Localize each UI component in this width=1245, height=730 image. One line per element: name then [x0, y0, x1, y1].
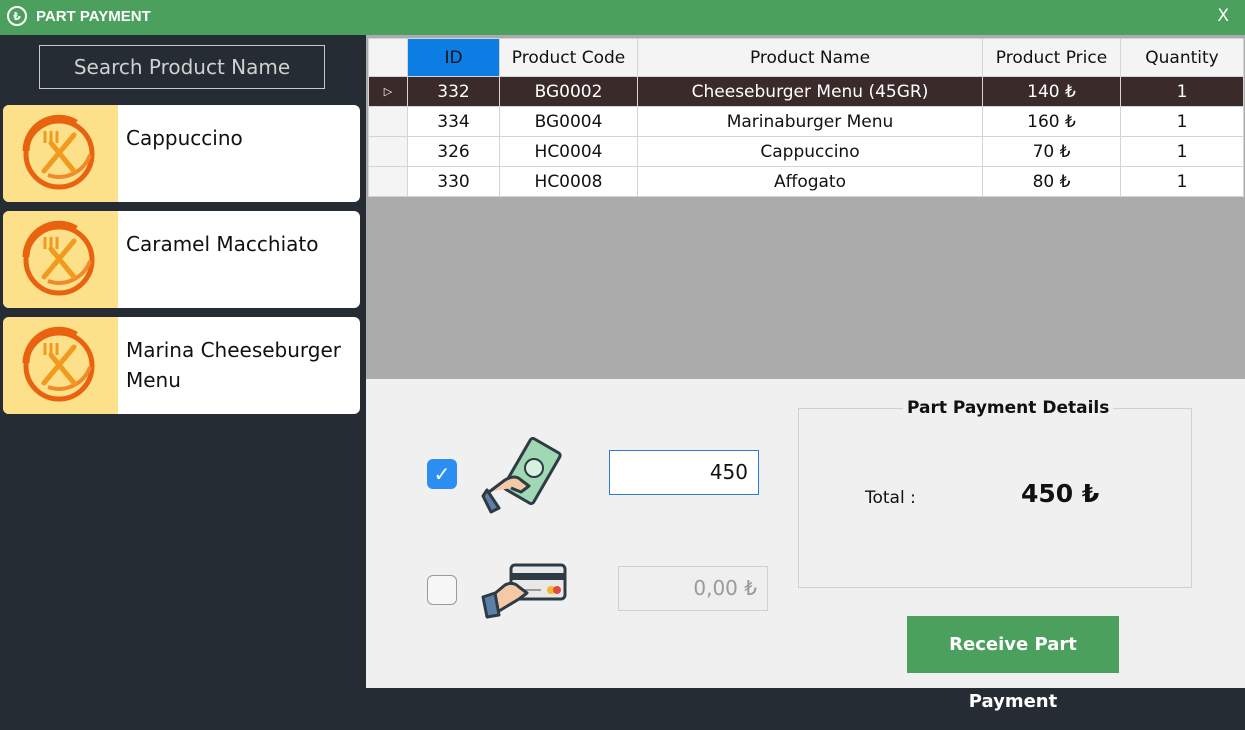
cell-product-price[interactable]: 80 ₺: [982, 166, 1121, 197]
cell-product-name[interactable]: Cappuccino: [637, 136, 983, 167]
product-card-marina-cheeseburger-menu[interactable]: Marina Cheeseburger Menu: [3, 317, 360, 414]
fork-knife-icon: [22, 114, 95, 190]
cell-product-name[interactable]: Marinaburger Menu: [637, 106, 983, 137]
cell-id[interactable]: 326: [407, 136, 500, 167]
part-payment-window: ₺ PART PAYMENT X Search Product Name Cap…: [0, 0, 1245, 712]
cell-product-code[interactable]: BG0002: [499, 76, 638, 107]
cell-product-code[interactable]: HC0008: [499, 166, 638, 197]
product-card-caramel-macchiato[interactable]: Caramel Macchiato: [3, 211, 360, 308]
row-header[interactable]: [368, 166, 408, 197]
search-input[interactable]: Search Product Name: [39, 45, 325, 89]
receive-part-payment-button[interactable]: Receive Part Payment: [907, 616, 1119, 712]
column-header-product-name[interactable]: Product Name: [637, 38, 983, 77]
product-card-cappuccino[interactable]: Cappuccino: [3, 105, 360, 202]
close-button[interactable]: X: [1217, 6, 1229, 26]
cell-id[interactable]: 334: [407, 106, 500, 137]
total-value: 450 ₺: [1021, 479, 1100, 508]
cell-id[interactable]: 330: [407, 166, 500, 197]
cell-quantity[interactable]: 1: [1120, 136, 1244, 167]
window-title: PART PAYMENT: [36, 8, 151, 25]
fork-knife-icon: [22, 326, 95, 402]
cell-product-name[interactable]: Cheeseburger Menu (45GR): [637, 76, 983, 107]
cell-quantity[interactable]: 1: [1120, 76, 1244, 107]
title-bar: ₺ PART PAYMENT X: [0, 0, 1245, 35]
product-name: Marina Cheeseburger Menu: [126, 338, 342, 392]
table-row[interactable]: 334 BG0004 Marinaburger Menu 160 ₺ 1: [368, 106, 1244, 137]
order-grid-area: ID Product Code Product Name Product Pri…: [366, 35, 1245, 379]
payment-panel: ✓ 450 0,00 ₺ Part Payment Details Total …: [366, 379, 1245, 712]
cell-product-code[interactable]: HC0004: [499, 136, 638, 167]
product-thumbnail: [3, 211, 118, 308]
selected-row-marker[interactable]: ▷: [368, 76, 408, 107]
row-header[interactable]: [368, 106, 408, 137]
row-header-corner: [368, 38, 408, 77]
cell-id[interactable]: 332: [407, 76, 500, 107]
row-header[interactable]: [368, 136, 408, 167]
cell-product-name[interactable]: Affogato: [637, 166, 983, 197]
total-label: Total :: [865, 488, 916, 508]
product-sidebar: Search Product Name Cappuccino Caramel M…: [0, 35, 366, 688]
cell-product-price[interactable]: 70 ₺: [982, 136, 1121, 167]
column-header-product-code[interactable]: Product Code: [499, 38, 638, 77]
column-header-id[interactable]: ID: [407, 38, 500, 77]
product-thumbnail: [3, 105, 118, 202]
card-amount-input: 0,00 ₺: [618, 566, 768, 611]
table-row[interactable]: 330 HC0008 Affogato 80 ₺ 1: [368, 166, 1244, 197]
order-grid: ID Product Code Product Name Product Pri…: [368, 38, 1244, 197]
cell-quantity[interactable]: 1: [1120, 106, 1244, 137]
cell-product-price[interactable]: 140 ₺: [982, 76, 1121, 107]
card-hand-icon: [481, 563, 567, 619]
cash-payment-checkbox[interactable]: ✓: [427, 459, 457, 489]
cell-quantity[interactable]: 1: [1120, 166, 1244, 197]
cash-amount-input[interactable]: 450: [609, 450, 759, 495]
cash-hand-icon: [481, 436, 562, 514]
cell-product-price[interactable]: 160 ₺: [982, 106, 1121, 137]
part-payment-details-group: Part Payment Details Total : 450 ₺: [798, 398, 1192, 588]
app-logo-icon: ₺: [7, 6, 27, 26]
table-row[interactable]: 326 HC0004 Cappuccino 70 ₺ 1: [368, 136, 1244, 167]
cell-product-code[interactable]: BG0004: [499, 106, 638, 137]
table-row[interactable]: ▷ 332 BG0002 Cheeseburger Menu (45GR) 14…: [368, 76, 1244, 107]
column-header-product-price[interactable]: Product Price: [982, 38, 1121, 77]
details-title: Part Payment Details: [903, 398, 1114, 418]
card-payment-checkbox[interactable]: [427, 575, 457, 605]
fork-knife-icon: [22, 220, 95, 296]
column-header-quantity[interactable]: Quantity: [1120, 38, 1244, 77]
product-name: Caramel Macchiato: [126, 232, 319, 256]
product-thumbnail: [3, 317, 118, 414]
product-name: Cappuccino: [126, 126, 243, 150]
